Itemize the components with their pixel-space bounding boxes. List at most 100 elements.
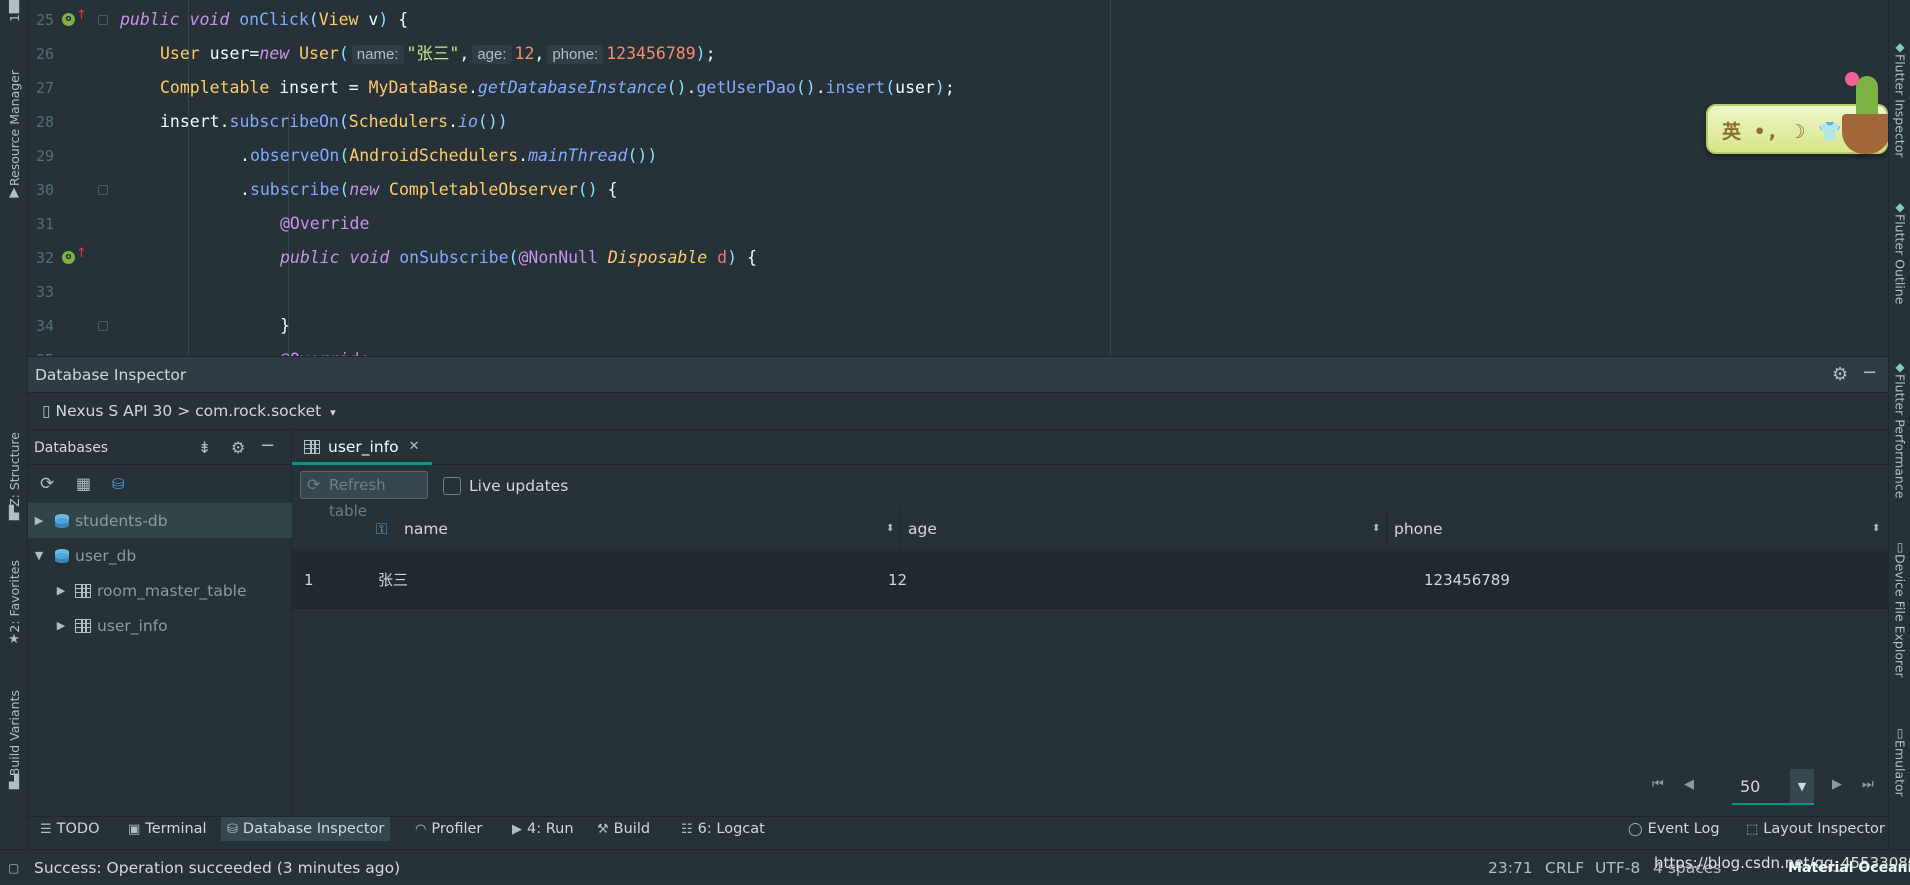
resource-manager-tab[interactable]: Resource Manager ▲ <box>3 70 25 200</box>
gear-icon[interactable]: ⚙ <box>231 438 245 458</box>
cell-name[interactable]: 张三 <box>378 551 408 609</box>
caret-position[interactable]: 23:71 <box>1488 850 1533 885</box>
expand-arrow-icon[interactable]: ▶ <box>54 619 68 632</box>
device-selector-row: ▯ Nexus S API 30 > com.rock.socket ▾ <box>28 394 1888 430</box>
ime-toolbar-widget[interactable]: 英 •, ☽ 👕 ⚙ <box>1706 72 1888 154</box>
gutter-line[interactable]: 31 <box>28 207 92 241</box>
collapse-arrow-icon[interactable]: ▼ <box>32 549 46 562</box>
close-icon[interactable]: ✕ <box>409 439 420 454</box>
keep-connections-icon[interactable]: ⛁ <box>112 474 125 494</box>
code-line[interactable]: insert.subscribeOn(Schedulers.io()) <box>160 105 508 139</box>
gear-icon[interactable]: ⚙ <box>1832 365 1848 385</box>
gutter-line[interactable]: 32 o ↑ <box>28 241 92 275</box>
code-token: ( <box>339 180 350 199</box>
structure-icon: ▙ <box>9 505 19 521</box>
tree-item-students-db[interactable]: ▶ students-db <box>28 503 292 538</box>
gutter-line[interactable]: 34 <box>28 309 108 343</box>
column-header-phone[interactable]: phone <box>1394 508 1443 550</box>
last-page-icon[interactable]: ⏭ <box>1862 777 1874 792</box>
code-line[interactable]: Completable insert = MyDataBase.getDatab… <box>160 71 955 105</box>
chevron-down-icon[interactable]: ▼ <box>1790 769 1814 805</box>
column-header-age[interactable]: age <box>908 508 937 550</box>
file-encoding[interactable]: UTF-8 <box>1595 850 1640 885</box>
minimize-icon[interactable]: − <box>1862 363 1877 383</box>
tab-run[interactable]: ▶ 4: Run <box>506 817 580 841</box>
tab-todo[interactable]: ☰ TODO <box>34 817 106 841</box>
override-icon[interactable]: o <box>62 13 75 26</box>
run-query-icon[interactable]: ▦ <box>76 474 91 494</box>
expand-arrow-icon[interactable]: ▶ <box>32 514 46 527</box>
minimize-icon[interactable]: − <box>260 436 275 456</box>
tab-profiler[interactable]: ◠ Profiler <box>409 817 488 841</box>
status-bar-toggle-icon[interactable]: ▢ <box>8 850 19 885</box>
gutter-line[interactable]: 33 <box>28 275 92 309</box>
code-line[interactable]: .observeOn(AndroidSchedulers.mainThread(… <box>240 139 657 173</box>
first-page-icon[interactable]: ⏮ <box>1652 777 1664 792</box>
tab-build[interactable]: ⚒ Build <box>591 817 656 841</box>
live-updates-checkbox[interactable] <box>443 477 461 495</box>
fold-marker-icon[interactable] <box>98 185 108 195</box>
tab-event-log[interactable]: ◯ Event Log <box>1622 817 1726 841</box>
expand-arrow-icon[interactable]: ▶ <box>54 584 68 597</box>
column-divider[interactable] <box>900 508 901 550</box>
code-line[interactable]: public void onClick(View v) { <box>120 3 408 37</box>
cell-phone[interactable]: 123456789 <box>1424 551 1510 609</box>
column-header-name[interactable]: name <box>404 508 448 550</box>
tree-item-user-info[interactable]: ▶ user_info <box>28 608 292 643</box>
device-file-explorer-tab[interactable]: ▯ Device File Explorer <box>1891 540 1909 678</box>
gutter-line[interactable]: 30 <box>28 173 108 207</box>
line-separator[interactable]: CRLF <box>1545 850 1584 885</box>
structure-tab[interactable]: Z: Structure ▙ <box>3 432 25 521</box>
gutter-line[interactable]: 27 <box>28 71 92 105</box>
code-line[interactable]: public void onSubscribe(@NonNull Disposa… <box>280 241 757 275</box>
refresh-table-button[interactable]: ⟳ Refresh table <box>300 471 428 520</box>
sort-icon[interactable]: ⬍ <box>886 508 894 550</box>
next-page-icon[interactable]: ▶ <box>1832 777 1842 792</box>
tab-database-inspector[interactable]: ⛁ Database Inspector <box>221 817 391 841</box>
gutter-line[interactable]: 29 <box>28 139 92 173</box>
gutter-line[interactable]: 25 o ↑ <box>28 3 108 37</box>
resource-manager-label: Resource Manager <box>6 70 22 187</box>
project-tab[interactable]: ▇ 1 <box>3 0 25 22</box>
gutter-line[interactable]: 28 <box>28 105 92 139</box>
device-selector[interactable]: ▯ Nexus S API 30 > com.rock.socket ▾ <box>42 402 336 420</box>
favorites-tab[interactable]: 2: Favorites ★ <box>3 560 25 647</box>
page-size-input[interactable]: 50 <box>1732 769 1790 805</box>
tab-logcat[interactable]: ☷ 6: Logcat <box>675 817 771 841</box>
override-icon[interactable]: o <box>62 251 75 264</box>
fold-marker-icon[interactable] <box>98 15 108 25</box>
fold-marker-icon[interactable] <box>98 321 108 331</box>
code-line[interactable]: .subscribe(new CompletableObserver() { <box>240 173 618 207</box>
cell-age[interactable]: 12 <box>888 551 907 609</box>
tab-terminal[interactable]: ▣ Terminal <box>122 817 213 841</box>
cactus-icon <box>1842 72 1888 154</box>
flutter-performance-tab[interactable]: ◆ Flutter Performance <box>1891 360 1909 498</box>
code-line[interactable]: @Override <box>280 343 369 356</box>
emulator-tab[interactable]: ▯ Emulator <box>1891 726 1909 797</box>
code-line[interactable]: User user=new User(name: "张三", age: 12, phon… <box>160 37 716 71</box>
flutter-outline-tab[interactable]: ◆ Flutter Outline <box>1891 200 1909 304</box>
column-divider[interactable] <box>1386 508 1387 550</box>
collapse-all-icon[interactable]: ⇟ <box>198 438 211 458</box>
tab-user-info[interactable]: user_info ✕ <box>292 431 432 465</box>
database-icon <box>54 548 70 564</box>
tree-item-room-master-table[interactable]: ▶ room_master_table <box>28 573 292 608</box>
gutter-line[interactable]: 35 <box>28 343 92 356</box>
build-variants-tab[interactable]: Build Variants ▟ <box>3 690 25 790</box>
code-line[interactable]: @Override <box>280 207 369 241</box>
status-message[interactable]: Success: Operation succeeded (3 minutes … <box>34 850 400 885</box>
code-editor[interactable]: 25o↑26272829303132o↑333435 public void o… <box>28 0 1888 356</box>
code-line[interactable]: } <box>280 309 290 343</box>
refresh-schema-icon[interactable]: ⟳ <box>40 474 54 494</box>
tree-item-user-db[interactable]: ▼ user_db <box>28 538 292 573</box>
sort-icon[interactable]: ⬍ <box>1372 508 1380 550</box>
gutter-line[interactable]: 26 <box>28 37 92 71</box>
table-row[interactable]: 1 张三 12 123456789 <box>292 551 1888 609</box>
code-area[interactable]: public void onClick(View v) {User user=n… <box>120 0 1880 356</box>
code-token: { <box>737 248 757 267</box>
tab-layout-inspector[interactable]: ⬚ Layout Inspector <box>1740 817 1891 841</box>
flutter-inspector-tab[interactable]: ◆ Flutter Inspector <box>1891 40 1909 158</box>
sort-icon[interactable]: ⬍ <box>1872 508 1880 550</box>
previous-page-icon[interactable]: ◀ <box>1684 777 1694 792</box>
